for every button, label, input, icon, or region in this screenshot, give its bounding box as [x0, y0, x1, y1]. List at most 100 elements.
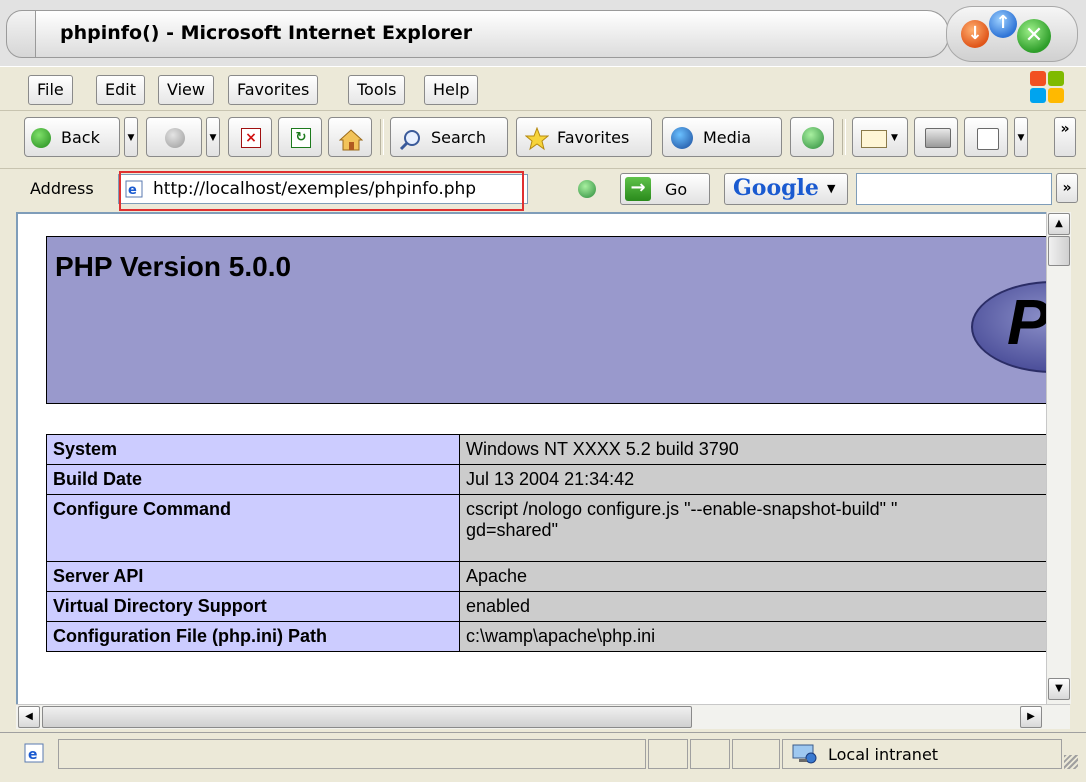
forward-arrow-icon — [165, 128, 185, 148]
search-icon — [399, 126, 421, 151]
table-row: Virtual Directory Support enabled — [46, 591, 1048, 622]
row-value: enabled — [459, 591, 1048, 622]
menu-file-label: File — [37, 80, 64, 99]
status-bar: e Local intranet — [0, 732, 1086, 782]
windows-logo-icon — [1030, 71, 1066, 105]
menu-view[interactable]: View — [158, 75, 214, 105]
scroll-left-button[interactable]: ◀ — [18, 706, 40, 728]
back-arrow-icon — [31, 128, 51, 148]
edit-dropdown[interactable]: ▼ — [1014, 117, 1028, 157]
google-dropdown-arrow-icon: ▼ — [827, 182, 836, 195]
media-button[interactable]: Media — [662, 117, 782, 157]
resize-grip-icon[interactable] — [1064, 755, 1078, 769]
maximize-button[interactable]: ↑ — [989, 10, 1017, 38]
standard-toolbar: Back ▼ ▼ × ↻ Search Favorites Media ▼ ▼ … — [0, 110, 1086, 169]
status-panel — [648, 739, 688, 769]
menu-edit[interactable]: Edit — [96, 75, 145, 105]
menu-tools-label: Tools — [357, 80, 397, 99]
php-header-banner: PHP Version 5.0.0 P — [46, 236, 1048, 404]
php-info-table: System Windows NT XXXX 5.2 build 3790 Bu… — [46, 434, 1048, 652]
google-search-input[interactable] — [856, 173, 1052, 205]
scroll-down-button[interactable]: ▼ — [1048, 678, 1070, 700]
horizontal-scrollbar[interactable]: ◀ ▶ — [16, 704, 1070, 729]
svg-text:e: e — [28, 747, 38, 763]
ie-page-status-icon: e — [24, 743, 44, 763]
table-row: System Windows NT XXXX 5.2 build 3790 — [46, 434, 1048, 465]
menu-tools[interactable]: Tools — [348, 75, 406, 105]
address-dropdown-icon[interactable] — [578, 180, 596, 198]
scroll-up-button[interactable]: ▲ — [1048, 213, 1070, 235]
refresh-button[interactable]: ↻ — [278, 117, 322, 157]
mail-dropdown-arrow-icon: ▼ — [891, 133, 898, 143]
stop-icon: × — [241, 128, 261, 148]
edit-page-icon — [977, 128, 999, 150]
mail-button[interactable]: ▼ — [852, 117, 908, 157]
row-key: Build Date — [46, 464, 460, 495]
back-label: Back — [61, 128, 100, 147]
row-value: c:\wamp\apache\php.ini — [459, 621, 1048, 652]
vertical-scroll-thumb[interactable] — [1048, 236, 1070, 266]
media-label: Media — [703, 128, 752, 147]
php-logo: P — [971, 281, 1048, 373]
row-value: cscript /nologo configure.js "--enable-s… — [459, 494, 1048, 562]
row-key: System — [46, 434, 460, 465]
google-logo-text: Google — [733, 175, 819, 201]
table-row: Server API Apache — [46, 561, 1048, 592]
page-title: PHP Version 5.0.0 — [55, 251, 292, 282]
row-key: Virtual Directory Support — [46, 591, 460, 622]
minimize-button[interactable]: ↓ — [961, 20, 989, 48]
search-label: Search — [431, 128, 486, 147]
menu-file[interactable]: File — [28, 75, 73, 105]
row-key: Configure Command — [46, 494, 460, 562]
print-button[interactable] — [914, 117, 958, 157]
menu-help[interactable]: Help — [424, 75, 479, 105]
star-icon — [524, 126, 550, 151]
edit-button[interactable] — [964, 117, 1008, 157]
favorites-button[interactable]: Favorites — [516, 117, 652, 157]
toolbar-separator — [842, 119, 846, 155]
printer-icon — [925, 128, 951, 148]
google-toolbar-button[interactable]: Google ▼ — [724, 173, 848, 205]
forward-button[interactable] — [146, 117, 202, 157]
menu-view-label: View — [167, 80, 205, 99]
title-cap-left — [6, 10, 36, 58]
address-overflow-button[interactable]: » — [1056, 173, 1078, 203]
ie-window: phpinfo() - Microsoft Internet Explorer … — [0, 0, 1086, 782]
status-text-panel — [58, 739, 646, 769]
table-row: Configure Command cscript /nologo config… — [46, 494, 1048, 562]
menu-favorites[interactable]: Favorites — [228, 75, 319, 105]
window-title: phpinfo() - Microsoft Internet Explorer — [60, 22, 473, 44]
toolbar-overflow-label: » — [1060, 121, 1070, 137]
table-row: Configuration File (php.ini) Path c:\wam… — [46, 621, 1048, 652]
menu-help-label: Help — [433, 80, 470, 99]
history-button[interactable] — [790, 117, 834, 157]
home-button[interactable] — [328, 117, 372, 157]
go-button[interactable]: → Go — [620, 173, 710, 205]
title-bar[interactable]: phpinfo() - Microsoft Internet Explorer … — [0, 0, 1086, 66]
close-button[interactable]: ✕ — [1017, 19, 1051, 53]
horizontal-scroll-thumb[interactable] — [42, 706, 692, 728]
stop-button[interactable]: × — [228, 117, 272, 157]
back-dropdown[interactable]: ▼ — [124, 117, 138, 157]
title-cap-end — [920, 10, 949, 58]
go-label: Go — [665, 180, 688, 199]
scroll-right-button[interactable]: ▶ — [1020, 706, 1042, 728]
toolbar-overflow-button[interactable]: » — [1054, 117, 1076, 157]
menu-favorites-label: Favorites — [237, 80, 310, 99]
home-icon — [338, 126, 364, 151]
forward-dropdown[interactable]: ▼ — [206, 117, 220, 157]
menu-edit-label: Edit — [105, 80, 136, 99]
back-button[interactable]: Back — [24, 117, 120, 157]
row-value: Apache — [459, 561, 1048, 592]
search-button[interactable]: Search — [390, 117, 508, 157]
status-panel — [732, 739, 780, 769]
history-icon — [802, 127, 824, 149]
zone-label: Local intranet — [828, 745, 939, 764]
toolbar-separator — [380, 119, 384, 155]
page-viewport[interactable]: PHP Version 5.0.0 P System Windows NT XX… — [16, 212, 1048, 706]
favorites-label: Favorites — [557, 128, 630, 147]
vertical-scrollbar[interactable]: ▲ ▼ — [1046, 212, 1071, 704]
local-intranet-icon — [792, 744, 818, 764]
google-logo: Google — [733, 175, 819, 201]
window-controls: ↓ ↑ ✕ — [946, 6, 1078, 62]
